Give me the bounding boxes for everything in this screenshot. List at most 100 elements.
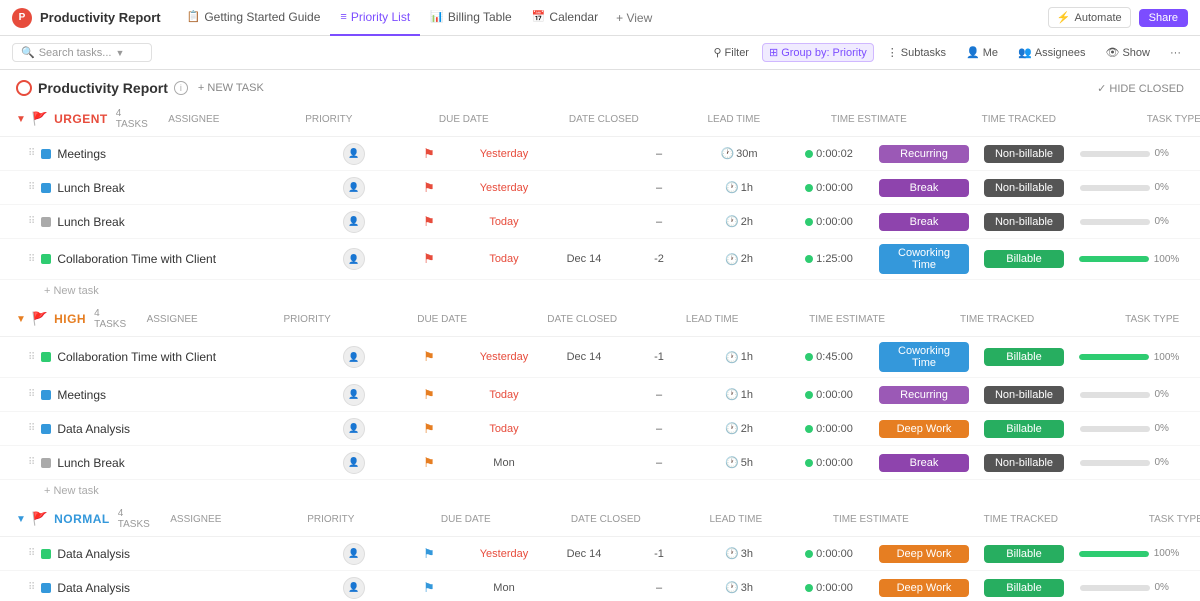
progress-cell[interactable]: 0% [1074,457,1184,468]
priority-cell[interactable]: ⚑ [394,251,464,267]
assignee-cell[interactable]: 👤 [314,418,394,440]
billing-cell[interactable]: Non-billable [974,386,1074,404]
task-type-cell[interactable]: Break [874,179,974,197]
drag-handle-icon[interactable]: ⠿ [28,582,35,593]
time-tracked-cell[interactable]: 0:00:00 [784,548,874,560]
billing-cell[interactable]: Non-billable [974,213,1074,231]
assignee-cell[interactable]: 👤 [314,577,394,599]
time-tracked-cell[interactable]: 0:00:00 [784,182,874,194]
drag-handle-icon[interactable]: ⠿ [28,182,35,193]
due-date-cell[interactable]: Yesterday [464,548,544,560]
me-button[interactable]: 👤 Me [959,43,1005,62]
drag-handle-icon[interactable]: ⠿ [28,216,35,227]
share-button[interactable]: Share [1139,9,1188,27]
drag-handle-icon[interactable]: ⠿ [28,548,35,559]
time-estimate-cell[interactable]: 🕐 1h [694,351,784,364]
table-row[interactable]: ⠿ Data Analysis 👤 ⚑ Yesterday Dec 14 -1 … [0,537,1200,571]
assignee-cell[interactable]: 👤 [314,177,394,199]
priority-cell[interactable]: ⚑ [394,214,464,230]
tab-getting-started[interactable]: 📋 Getting Started Guide [177,0,331,36]
task-type-cell[interactable]: Deep Work [874,545,974,563]
due-date-cell[interactable]: Today [464,253,544,265]
task-type-cell[interactable]: Recurring [874,386,974,404]
billing-cell[interactable]: Billable [974,250,1074,268]
table-row[interactable]: ⠿ Meetings 👤 ⚑ Yesterday – 🕐 30m 0:00 [0,137,1200,171]
time-estimate-cell[interactable]: 🕐 2h [694,215,784,228]
priority-cell[interactable]: ⚑ [394,421,464,437]
table-row[interactable]: ⠿ Meetings 👤 ⚑ Today – 🕐 1h 0:00:00 [0,378,1200,412]
new-task-header-button[interactable]: + NEW TASK [194,80,268,96]
progress-cell[interactable]: 100% [1074,548,1184,559]
tab-calendar[interactable]: 📅 Calendar [522,0,608,36]
assignee-cell[interactable]: 👤 [314,543,394,565]
assignee-cell[interactable]: 👤 [314,346,394,368]
filter-button[interactable]: ⚲ Filter [706,43,756,62]
task-type-cell[interactable]: Break [874,213,974,231]
billing-cell[interactable]: Billable [974,348,1074,366]
group-button[interactable]: ⊞ Group by: Priority [762,43,874,62]
add-view-button[interactable]: + View [608,11,660,25]
task-type-cell[interactable]: Coworking Time [874,244,974,274]
billing-cell[interactable]: Non-billable [974,454,1074,472]
time-tracked-cell[interactable]: 1:25:00 [784,253,874,265]
task-type-cell[interactable]: Recurring [874,145,974,163]
show-button[interactable]: 👁 Show [1099,43,1158,62]
due-date-cell[interactable]: Mon [464,582,544,594]
progress-cell[interactable]: 0% [1074,389,1184,400]
time-estimate-cell[interactable]: 🕐 3h [694,581,784,594]
table-row[interactable]: ⠿ Collaboration Time with Client 👤 ⚑ Yes… [0,337,1200,378]
priority-cell[interactable]: ⚑ [394,580,464,596]
assignee-cell[interactable]: 👤 [314,211,394,233]
assignee-cell[interactable]: 👤 [314,384,394,406]
time-tracked-cell[interactable]: 0:45:00 [784,351,874,363]
drag-handle-icon[interactable]: ⠿ [28,352,35,363]
priority-cell[interactable]: ⚑ [394,546,464,562]
assignee-cell[interactable]: 👤 [314,143,394,165]
new-task-high-button[interactable]: + New task [0,480,1200,502]
new-task-urgent-button[interactable]: + New task [0,280,1200,302]
table-row[interactable]: ⠿ Data Analysis 👤 ⚑ Today – 🕐 2h 0:00 [0,412,1200,446]
time-estimate-cell[interactable]: 🕐 2h [694,253,784,266]
billing-cell[interactable]: Billable [974,579,1074,597]
assignees-button[interactable]: 👥 Assignees [1011,43,1092,62]
progress-cell[interactable]: 0% [1074,216,1184,227]
table-row[interactable]: ⠿ Data Analysis 👤 ⚑ Mon – 🕐 3h 0:00:0 [0,571,1200,601]
progress-cell[interactable]: 0% [1074,182,1184,193]
time-estimate-cell[interactable]: 🕐 3h [694,547,784,560]
priority-cell[interactable]: ⚑ [394,180,464,196]
drag-handle-icon[interactable]: ⠿ [28,148,35,159]
subtasks-button[interactable]: ⋮ Subtasks [880,43,953,62]
drag-handle-icon[interactable]: ⠿ [28,254,35,265]
time-estimate-cell[interactable]: 🕐 5h [694,456,784,469]
expand-icon-urgent[interactable]: ▼ [16,114,26,125]
assignee-cell[interactable]: 👤 [314,452,394,474]
billing-cell[interactable]: Billable [974,420,1074,438]
due-date-cell[interactable]: Mon [464,457,544,469]
expand-icon-normal[interactable]: ▼ [16,514,26,525]
priority-cell[interactable]: ⚑ [394,387,464,403]
progress-cell[interactable]: 0% [1074,582,1184,593]
table-row[interactable]: ⠿ Lunch Break 👤 ⚑ Today – 🕐 2h 0:00:0 [0,205,1200,239]
task-type-cell[interactable]: Coworking Time [874,342,974,372]
task-type-cell[interactable]: Deep Work [874,579,974,597]
tab-priority-list[interactable]: ≡ Priority List [330,0,420,36]
info-icon[interactable]: i [174,81,188,95]
time-tracked-cell[interactable]: 0:00:00 [784,216,874,228]
time-estimate-cell[interactable]: 🕐 1h [694,181,784,194]
expand-icon-high[interactable]: ▼ [16,314,26,325]
priority-cell[interactable]: ⚑ [394,349,464,365]
time-tracked-cell[interactable]: 0:00:02 [784,148,874,160]
due-date-cell[interactable]: Yesterday [464,148,544,160]
billing-cell[interactable]: Non-billable [974,145,1074,163]
time-tracked-cell[interactable]: 0:00:00 [784,582,874,594]
tab-billing[interactable]: 📊 Billing Table [420,0,522,36]
progress-cell[interactable]: 100% [1074,254,1184,265]
due-date-cell[interactable]: Yesterday [464,351,544,363]
automate-button[interactable]: ⚡ Automate [1048,7,1131,28]
time-estimate-cell[interactable]: 🕐 30m [694,147,784,160]
table-row[interactable]: ⠿ Collaboration Time with Client 👤 ⚑ Tod… [0,239,1200,280]
drag-handle-icon[interactable]: ⠿ [28,389,35,400]
progress-cell[interactable]: 100% [1074,352,1184,363]
due-date-cell[interactable]: Today [464,423,544,435]
billing-cell[interactable]: Non-billable [974,179,1074,197]
